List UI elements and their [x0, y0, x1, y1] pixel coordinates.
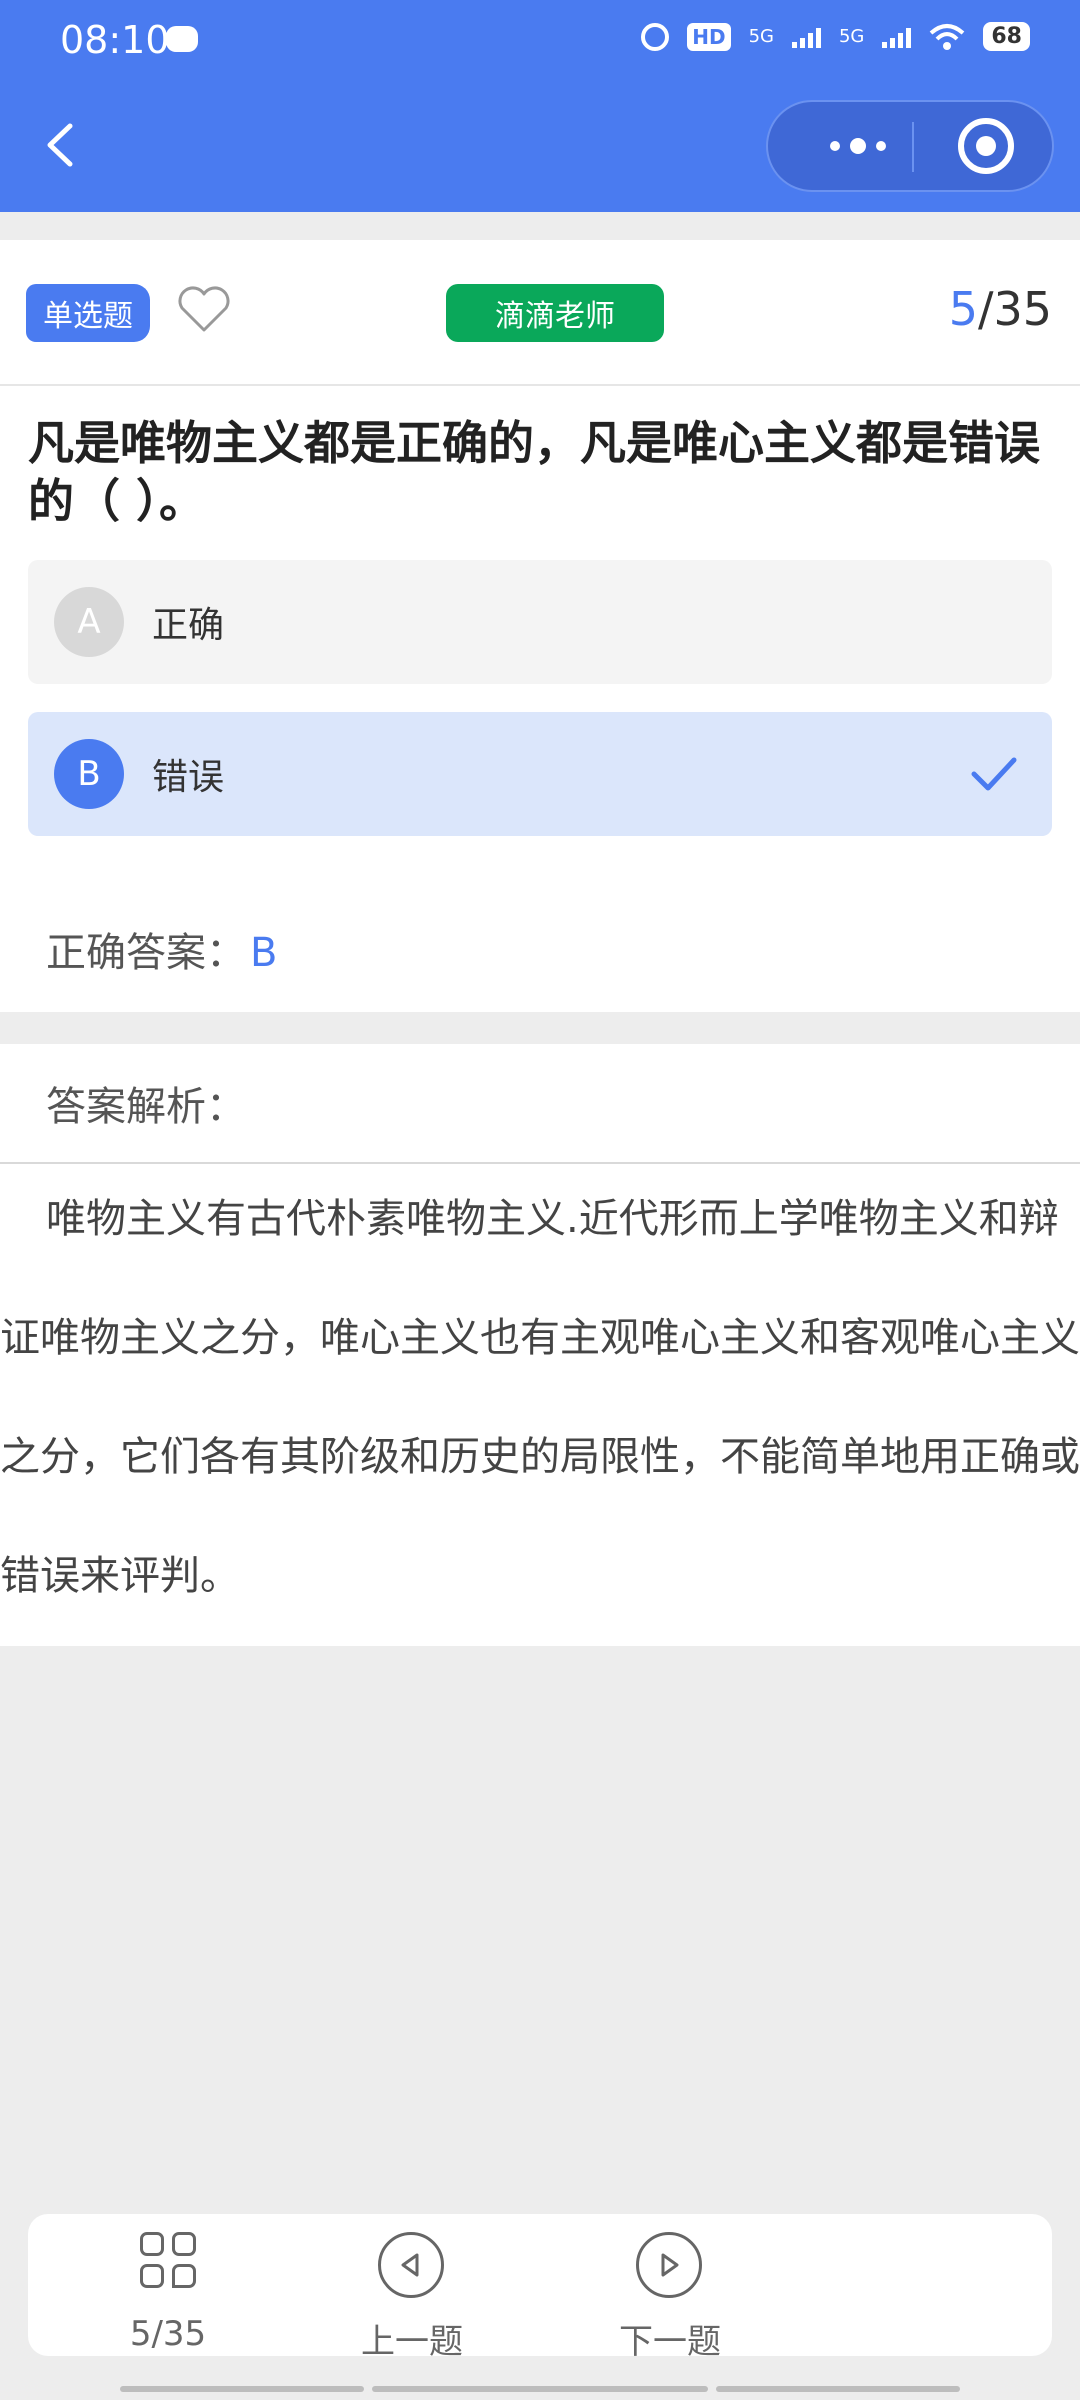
- status-icons: HD 5G 5G 68: [641, 22, 1030, 51]
- bottom-nav: 5/35 上一题 下一题: [28, 2214, 1052, 2362]
- question-progress: 5/35: [949, 282, 1052, 336]
- analysis-section: 答案解析： 唯物主义有古代朴素唯物主义.近代形而上学唯物主义和辩证唯物主义之分，…: [0, 1044, 1080, 1646]
- analysis-body: 唯物主义有古代朴素唯物主义.近代形而上学唯物主义和辩证唯物主义之分，唯心主义也有…: [0, 1196, 1080, 1599]
- answer-label: 正确答案：: [46, 930, 246, 976]
- checkmark-icon: [971, 757, 1017, 791]
- prev-arrow-icon: [378, 2232, 444, 2298]
- back-button[interactable]: [40, 120, 80, 170]
- option-letter: A: [54, 587, 124, 657]
- prev-question-button[interactable]: 上一题: [332, 2232, 492, 2362]
- favorite-heart-icon[interactable]: [176, 284, 232, 334]
- question-title: 凡是唯物主义都是正确的，凡是唯心主义都是错误的（ ）。: [28, 416, 1040, 528]
- question-list-button[interactable]: 5/35: [88, 2232, 248, 2354]
- signal-bars-icon-2: [882, 26, 912, 48]
- option-text: 错误: [152, 757, 225, 798]
- alarm-icon: [641, 22, 670, 51]
- status-time: 08:10: [60, 18, 170, 62]
- app-header: 08:10 HD 5G 5G 68: [0, 0, 1080, 212]
- analysis-heading: 答案解析：: [46, 1084, 246, 1130]
- wifi-icon: [930, 23, 965, 50]
- question-type-badge: 单选题: [26, 284, 150, 342]
- divider: [0, 384, 1080, 386]
- target-icon[interactable]: [958, 118, 1014, 174]
- correct-answer: 正确答案： B: [46, 920, 277, 978]
- gesture-bar-segment: [716, 2386, 960, 2392]
- option-letter: B: [54, 739, 124, 809]
- progress-total: /35: [977, 282, 1052, 336]
- more-dots-icon[interactable]: [808, 102, 908, 190]
- teacher-tag[interactable]: 滴滴老师: [446, 284, 664, 342]
- next-arrow-icon: [636, 2232, 702, 2298]
- next-question-label: 下一题: [619, 2322, 721, 2362]
- signal-5g-label: 5G: [748, 25, 774, 47]
- option-text: 正确: [152, 605, 225, 646]
- grid-icon: [140, 2232, 198, 2290]
- prev-question-label: 上一题: [361, 2322, 463, 2362]
- gesture-bar-segment: [120, 2386, 364, 2392]
- option-b[interactable]: B 错误: [28, 712, 1052, 836]
- next-question-button[interactable]: 下一题: [590, 2232, 750, 2362]
- option-a[interactable]: A 正确: [28, 560, 1052, 684]
- question-list-label: 5/35: [129, 2314, 207, 2354]
- signal-5g-label-2: 5G: [838, 25, 865, 47]
- progress-current: 5: [948, 282, 978, 336]
- question-card: 单选题 滴滴老师 5/35 凡是唯物主义都是正确的，凡是唯心主义都是错误的（ ）…: [0, 240, 1080, 1012]
- capsule-divider: [912, 122, 914, 172]
- battery-icon: 68: [983, 22, 1030, 51]
- answer-value: B: [250, 930, 278, 976]
- gesture-bar-segment: [372, 2386, 708, 2392]
- miniapp-capsule: [766, 100, 1054, 192]
- notification-app-icon: [166, 26, 198, 52]
- signal-bars-icon: [791, 26, 821, 48]
- hd-voice-icon: HD: [687, 22, 731, 51]
